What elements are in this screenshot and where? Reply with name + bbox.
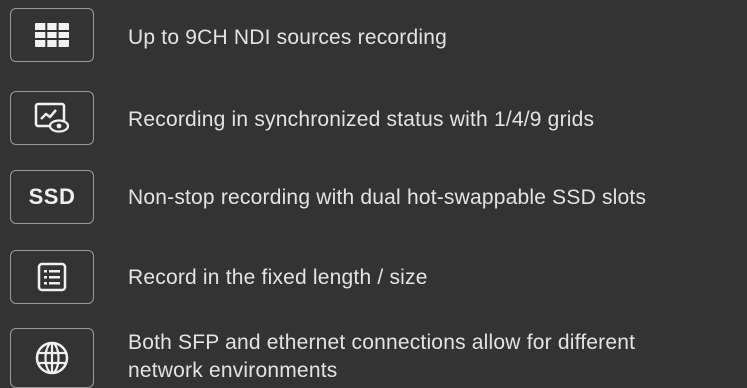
globe-icon <box>35 341 69 375</box>
monitor-eye-icon-box <box>10 91 94 145</box>
list-document-icon <box>37 262 67 292</box>
globe-icon-box <box>10 328 94 388</box>
grid-icon <box>35 23 69 47</box>
feature-text: Recording in synchronized status with 1/… <box>128 108 595 131</box>
ssd-icon: SSD <box>10 170 94 224</box>
list-document-icon-box <box>10 250 94 304</box>
grid-icon-box <box>10 8 94 62</box>
feature-text-line2: network environments <box>128 359 338 382</box>
feature-text: Non-stop recording with dual hot-swappab… <box>128 186 647 209</box>
feature-text: Record in the fixed length / size <box>128 266 428 289</box>
feature-text: Up to 9CH NDI sources recording <box>128 26 447 49</box>
monitor-eye-icon <box>34 102 70 133</box>
feature-text-line1: Both SFP and ethernet connections allow … <box>128 331 636 354</box>
ssd-icon-label: SSD <box>28 184 76 209</box>
